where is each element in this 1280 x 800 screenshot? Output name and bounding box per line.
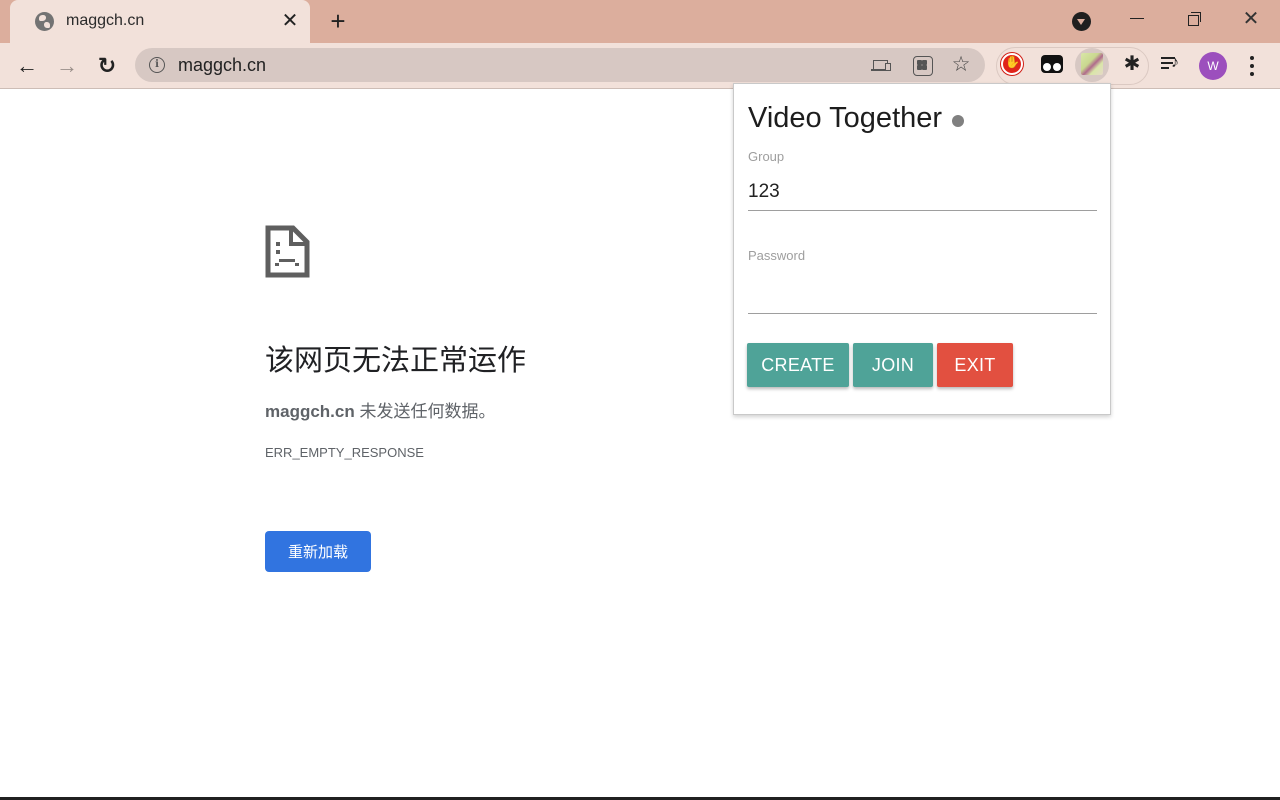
minimize-icon bbox=[1130, 17, 1144, 19]
site-info-icon[interactable]: i bbox=[149, 57, 165, 73]
sad-page-icon bbox=[265, 225, 310, 278]
address-bar[interactable]: i maggch.cn ☆ bbox=[135, 48, 985, 82]
password-label: Password bbox=[748, 248, 806, 263]
error-code: ERR_EMPTY_RESPONSE bbox=[265, 445, 424, 460]
error-description-text: 未发送任何数据。 bbox=[354, 402, 496, 421]
error-host: maggch.cn bbox=[265, 402, 355, 421]
menu-kebab-icon[interactable] bbox=[1242, 52, 1262, 80]
error-description: maggch.cn 未发送任何数据。 bbox=[265, 397, 495, 422]
profile-avatar[interactable]: W bbox=[1199, 52, 1227, 80]
popup-title: Video Together bbox=[748, 102, 943, 134]
tab-title: maggch.cn bbox=[66, 12, 145, 29]
back-button[interactable]: ← bbox=[12, 51, 42, 81]
error-title: 该网页无法正常运作 bbox=[265, 345, 527, 377]
extensions-puzzle-icon[interactable]: ✱ bbox=[1121, 53, 1143, 75]
reload-page-button[interactable]: 重新加载 bbox=[265, 531, 371, 572]
bookmark-star-icon[interactable]: ☆ bbox=[950, 54, 972, 75]
browser-tab[interactable]: maggch.cn ✕ bbox=[10, 0, 310, 43]
qr-share-icon[interactable] bbox=[911, 55, 933, 76]
video-together-popup: Video Together Group Password CREATE JOI… bbox=[733, 83, 1111, 415]
create-button[interactable]: CREATE bbox=[747, 343, 849, 387]
tab-search-icon[interactable] bbox=[1072, 12, 1091, 31]
tab-strip: maggch.cn ✕ + ✕ bbox=[0, 0, 1280, 43]
media-control-icon[interactable] bbox=[1161, 53, 1183, 75]
connection-status-dot bbox=[952, 115, 964, 127]
ublock-origin-icon[interactable] bbox=[1001, 53, 1023, 75]
restore-button[interactable] bbox=[1165, 0, 1223, 36]
tampermonkey-icon[interactable] bbox=[1041, 55, 1063, 73]
reload-button[interactable]: ↻ bbox=[92, 51, 122, 81]
install-app-icon[interactable] bbox=[871, 55, 893, 75]
forward-button[interactable]: → bbox=[52, 51, 82, 81]
globe-icon bbox=[35, 12, 54, 31]
restore-icon bbox=[1188, 12, 1201, 26]
join-button[interactable]: JOIN bbox=[853, 343, 933, 387]
window-close-button[interactable]: ✕ bbox=[1222, 0, 1280, 36]
tab-close-icon[interactable]: ✕ bbox=[280, 9, 300, 33]
group-input[interactable] bbox=[748, 173, 1097, 211]
video-together-icon[interactable] bbox=[1081, 53, 1103, 75]
minimize-button[interactable] bbox=[1108, 0, 1166, 36]
password-input[interactable] bbox=[748, 276, 1097, 314]
new-tab-button[interactable]: + bbox=[325, 7, 351, 35]
exit-button[interactable]: EXIT bbox=[937, 343, 1013, 387]
url-text[interactable]: maggch.cn bbox=[178, 55, 266, 76]
group-label: Group bbox=[748, 149, 785, 164]
